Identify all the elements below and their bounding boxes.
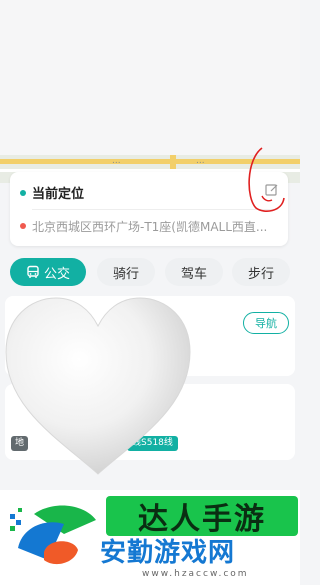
origin-field[interactable]: 当前定位 xyxy=(32,183,84,202)
navigate-button[interactable]: 导航 xyxy=(243,312,289,334)
site-watermark: 达人手游 安勤游戏网 www.hzaccw.com xyxy=(0,490,300,585)
route-input-card: 当前定位 北京西城区西环广场-T1座(凯德MALL西直... xyxy=(10,172,288,246)
tab-bike-label: 骑行 xyxy=(112,266,139,282)
destination-field[interactable]: 北京西城区西环广场-T1座(凯德MALL西直... xyxy=(32,218,284,235)
tab-walk[interactable]: 步行 xyxy=(232,258,290,286)
tab-bus[interactable]: 公交 xyxy=(10,258,86,286)
edit-icon[interactable] xyxy=(264,182,280,198)
map-road xyxy=(0,159,300,164)
tab-drive[interactable]: 驾车 xyxy=(165,258,223,286)
blank-header-area xyxy=(0,0,300,155)
site-logo-icon xyxy=(10,505,96,565)
map-label: ... xyxy=(196,156,205,166)
origin-dot-icon xyxy=(20,190,26,196)
watermark-title: 安勤游戏网 xyxy=(100,538,236,568)
tab-walk-label: 步行 xyxy=(247,266,274,282)
tab-drive-label: 驾车 xyxy=(180,266,207,282)
watermark-url: www.hzaccw.com xyxy=(142,569,249,579)
divider xyxy=(32,209,278,210)
map-label: ... xyxy=(112,156,121,166)
watermark-top-banner: 达人手游 xyxy=(106,496,298,537)
tab-bus-label: 公交 xyxy=(43,266,70,282)
bus-icon xyxy=(27,265,39,278)
tab-bike[interactable]: 骑行 xyxy=(97,258,155,286)
destination-dot-icon xyxy=(20,223,26,229)
heart-emoji-overlay xyxy=(5,297,191,475)
travel-mode-tabs: 公交 骑行 驾车 步行 xyxy=(0,258,300,288)
